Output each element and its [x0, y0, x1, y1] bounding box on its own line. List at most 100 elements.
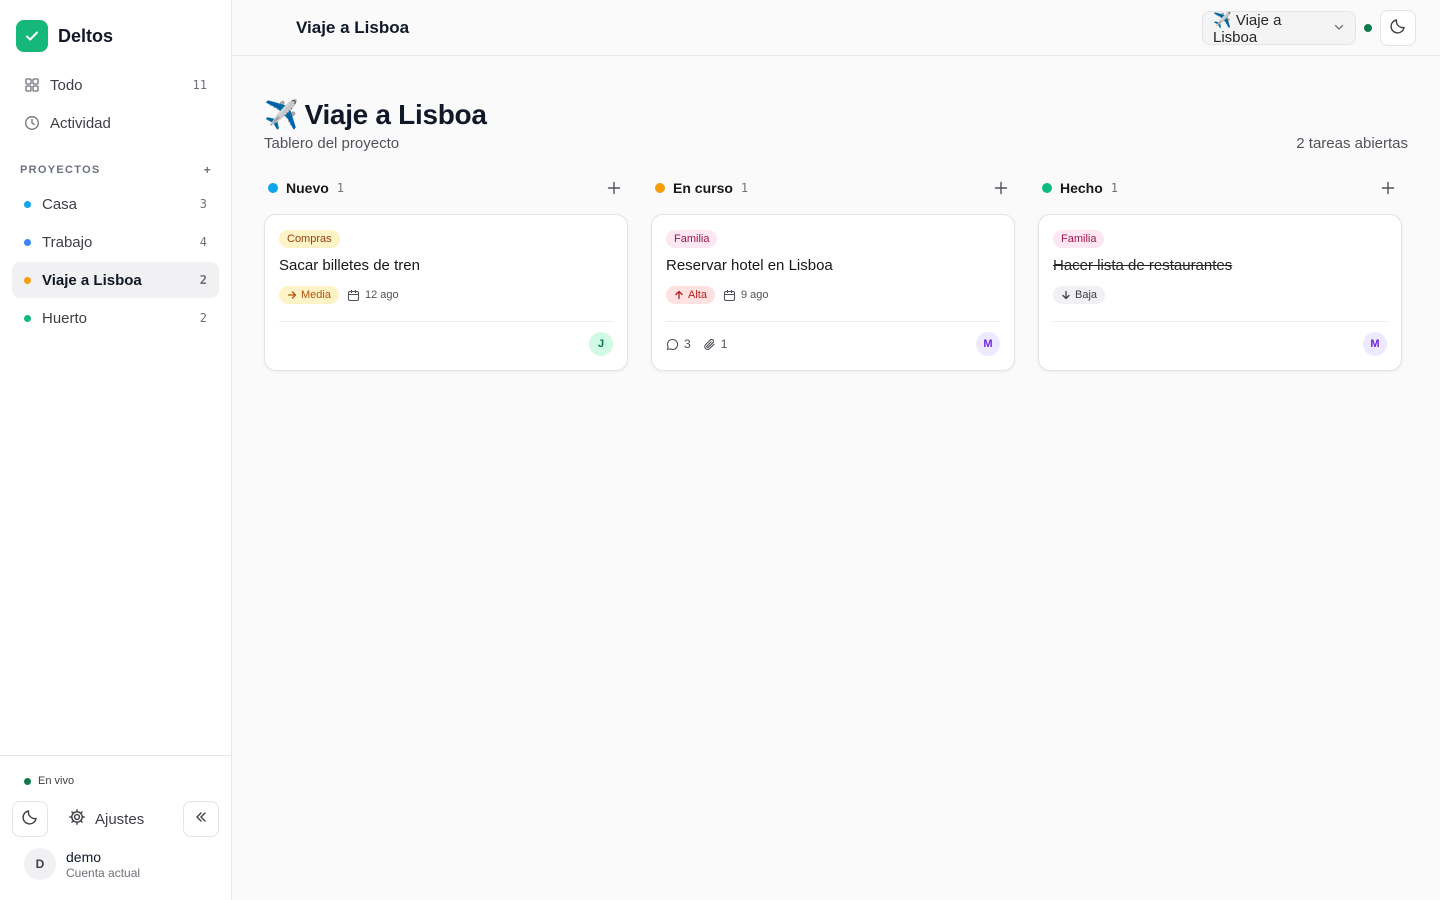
add-project-button[interactable]: +: [204, 163, 212, 177]
priority-badge: Media: [279, 286, 339, 304]
topbar-title: Viaje a Lisboa: [296, 18, 410, 37]
column-color-dot: [655, 183, 665, 193]
project-count: 2: [199, 273, 207, 287]
project-color-dot: [24, 200, 31, 208]
brand[interactable]: Deltos: [16, 20, 113, 52]
attachment-count: 1: [703, 337, 727, 351]
project-color-dot: [24, 276, 31, 284]
task-title: Hacer lista de restaurantes: [1053, 257, 1233, 274]
page-subtitle: Tablero del proyecto: [264, 135, 400, 152]
nav-item-actividad[interactable]: Actividad: [12, 105, 219, 141]
nav-item-todo[interactable]: Todo 11: [12, 67, 219, 103]
project-label: Trabajo: [42, 233, 93, 251]
board-column-hecho: Hecho 1 Familia Hacer lista de restauran…: [1038, 176, 1403, 371]
page-title: ✈️ Viaje a Lisboa: [264, 98, 487, 131]
assignee-avatar[interactable]: J: [589, 332, 613, 356]
add-task-button[interactable]: [1381, 181, 1395, 195]
live-label: En vivo: [38, 775, 75, 787]
project-label: Viaje a Lisboa: [42, 271, 142, 289]
column-header: Hecho 1: [1038, 176, 1403, 200]
project-count: 2: [199, 311, 207, 325]
add-task-button[interactable]: [994, 181, 1008, 195]
due-date: 9 ago: [723, 289, 769, 302]
project-color-dot: [24, 238, 31, 246]
comment-count-label: 3: [684, 337, 691, 351]
page-title-text: Viaje a Lisboa: [304, 98, 487, 130]
project-color-dot: [24, 314, 31, 322]
projects-heading: PROYECTOS: [20, 164, 101, 176]
chevron-down-icon: [1333, 20, 1345, 37]
nav-label: Actividad: [50, 114, 111, 132]
due-date: 12 ago: [347, 289, 399, 302]
priority-badge: Baja: [1053, 286, 1106, 304]
top-bar: Viaje a Lisboa ✈️ Viaje a Lisboa: [232, 0, 1440, 56]
grid-icon: [24, 77, 40, 93]
calendar-icon: [347, 289, 360, 301]
task-card[interactable]: Familia Reservar hotel en Lisboa Alta 9 …: [651, 214, 1015, 371]
priority-label: Alta: [688, 289, 707, 301]
column-count: 1: [336, 181, 345, 195]
task-meta: Media 12 ago: [279, 285, 613, 305]
comment-count: 3: [666, 337, 691, 351]
column-header: Nuevo 1: [264, 176, 629, 200]
projects-section-header: PROYECTOS +: [20, 163, 212, 177]
task-meta: Alta 9 ago: [666, 285, 1000, 305]
add-task-button[interactable]: [607, 181, 621, 195]
calendar-icon: [723, 289, 736, 301]
sidebar-project-casa[interactable]: Casa 3: [12, 186, 219, 222]
arrow-up-icon: [675, 290, 683, 300]
settings-button[interactable]: Ajustes: [68, 808, 144, 830]
user-name: demo: [66, 848, 102, 865]
priority-badge: Alta: [666, 286, 715, 304]
card-footer: 3 1 M: [666, 332, 1000, 356]
assignee-avatar[interactable]: M: [976, 332, 1000, 356]
live-dot: [24, 777, 31, 785]
gear-icon: [68, 808, 86, 830]
project-switcher[interactable]: ✈️ Viaje a Lisboa: [1202, 11, 1356, 46]
task-card[interactable]: Compras Sacar billetes de tren Media 12 …: [264, 214, 628, 371]
settings-label: Ajustes: [95, 810, 145, 828]
card-divider: [279, 321, 613, 322]
sidebar-project-trabajo[interactable]: Trabajo 4: [12, 224, 219, 260]
column-header: En curso 1: [651, 176, 1016, 200]
priority-label: Media: [301, 289, 331, 301]
nav-count: 11: [192, 78, 207, 92]
card-footer: J: [279, 332, 613, 356]
task-card[interactable]: Familia Hacer lista de restaurantes Baja…: [1038, 214, 1402, 371]
project-label: Casa: [42, 195, 78, 213]
plus-icon: [607, 181, 621, 195]
card-divider: [1053, 321, 1387, 322]
project-label: Huerto: [42, 309, 88, 327]
due-date-label: 12 ago: [364, 289, 399, 301]
topbar-theme-toggle-button[interactable]: [1380, 10, 1416, 46]
project-count: 4: [199, 235, 207, 249]
sidebar-project-viaje-a-lisboa[interactable]: Viaje a Lisboa 2: [12, 262, 219, 298]
sidebar: Deltos Todo 11 Actividad PROYECTOS + Cas…: [0, 0, 232, 900]
collapse-sidebar-button[interactable]: [183, 801, 219, 837]
chevrons-left-icon: [193, 809, 209, 830]
plus-icon: [1381, 181, 1395, 195]
live-status: En vivo: [24, 775, 74, 787]
moon-icon: [21, 808, 39, 831]
card-divider: [666, 321, 1000, 322]
project-switcher-label: ✈️ Viaje a Lisboa: [1213, 11, 1282, 46]
page-emoji: ✈️: [264, 99, 299, 130]
theme-toggle-button[interactable]: [12, 801, 48, 837]
app-name: Deltos: [58, 25, 114, 46]
column-name: Nuevo: [286, 180, 329, 196]
comment-icon: [666, 338, 679, 350]
column-count: 1: [1110, 181, 1119, 195]
card-footer: M: [1053, 332, 1387, 356]
assignee-avatar[interactable]: M: [1363, 332, 1387, 356]
moon-icon: [1389, 17, 1407, 40]
task-tag: Familia: [1053, 230, 1105, 248]
arrow-down-icon: [1062, 290, 1070, 300]
nav-label: Todo: [50, 76, 83, 94]
sidebar-footer: En vivo Ajustes D demo Cuenta actual: [0, 755, 231, 900]
project-count: 3: [199, 197, 207, 211]
board-column-nuevo: Nuevo 1 Compras Sacar billetes de tren M…: [264, 176, 629, 371]
sidebar-project-huerto[interactable]: Huerto 2: [12, 300, 219, 336]
current-user[interactable]: D demo Cuenta actual: [24, 848, 140, 880]
paperclip-icon: [703, 338, 715, 350]
user-subtitle: Cuenta actual: [66, 865, 141, 880]
